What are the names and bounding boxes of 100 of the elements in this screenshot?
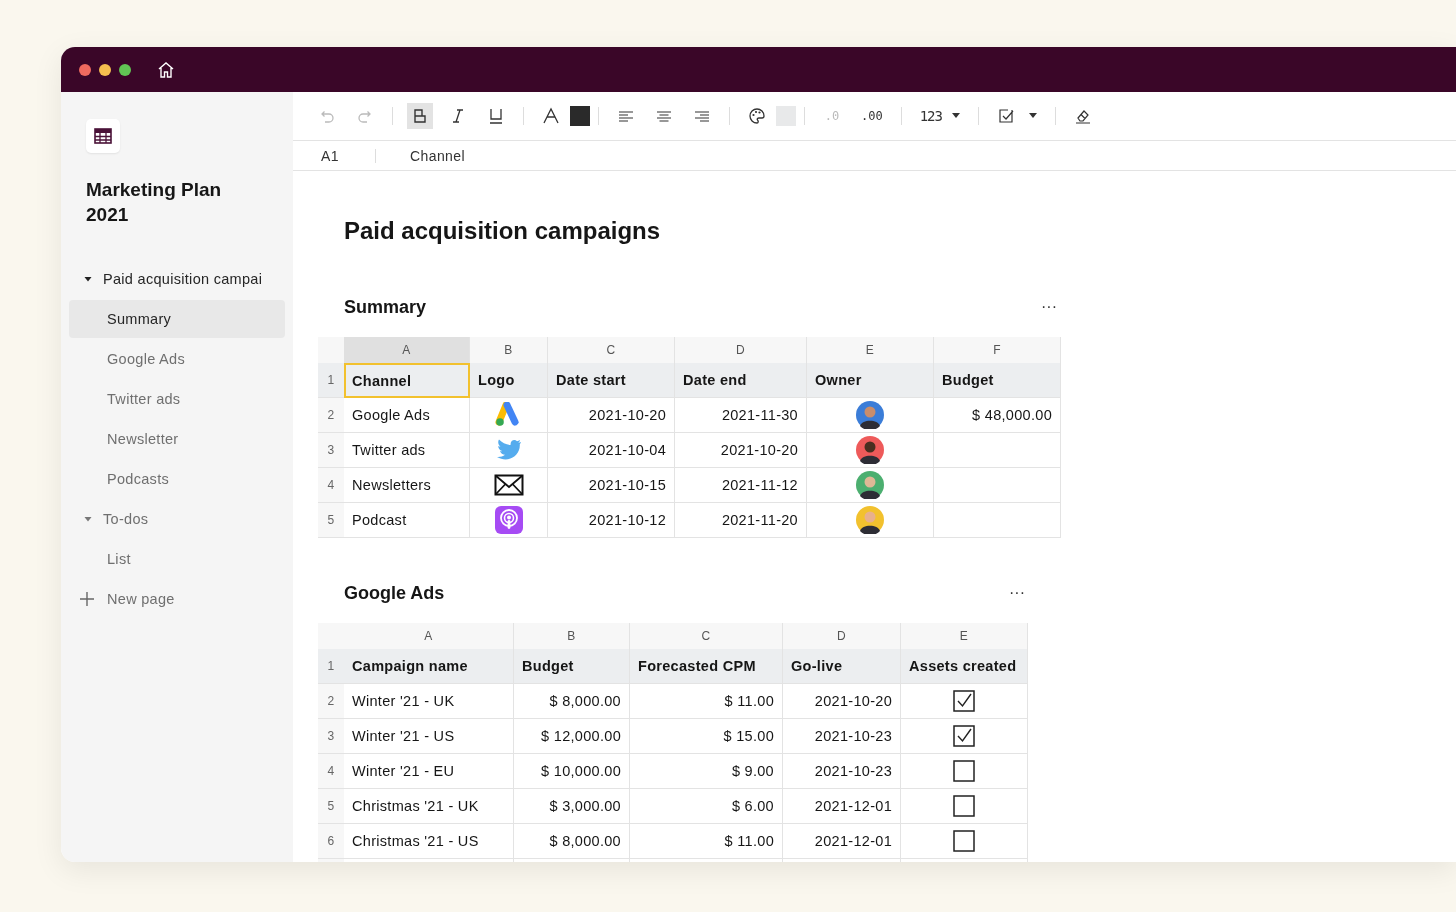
envelope-icon: [493, 474, 524, 496]
minimize-window-button[interactable]: [99, 63, 111, 76]
column-header[interactable]: E: [901, 623, 1028, 649]
table-cell: $ 11.00: [630, 824, 783, 859]
app-logo[interactable]: [86, 119, 120, 153]
close-window-button[interactable]: [79, 63, 91, 76]
table-cell: Budget: [934, 363, 1061, 398]
checkbox[interactable]: [953, 725, 975, 747]
table-cell: $ 12,000.00: [514, 719, 630, 754]
caret-icon[interactable]: [83, 274, 93, 284]
column-header[interactable]: D: [783, 623, 901, 649]
table-cell: $ 48,000.00: [934, 398, 1061, 433]
row-number: 1: [318, 363, 344, 398]
sidebar-item[interactable]: Summary: [69, 300, 285, 338]
increase-decimals-button[interactable]: .00: [857, 103, 887, 129]
table-cell: Campaign name: [344, 649, 514, 684]
text-color-icon[interactable]: [542, 107, 560, 125]
table-cell: 2021-11-20: [675, 503, 807, 538]
podcast-icon: [494, 506, 523, 534]
table-cell: Christmas '21 - US: [344, 824, 514, 859]
row-number: 2: [318, 398, 344, 433]
plus-icon: [79, 591, 95, 607]
row-number: 5: [318, 503, 344, 538]
table-cell: 2021-12-01: [783, 824, 901, 859]
sidebar-item[interactable]: Twitter ads: [69, 380, 285, 418]
table-cell: 2021-11-30: [675, 398, 807, 433]
table-cell: Podcast: [344, 503, 470, 538]
table-cell: 2021-10-23: [783, 719, 901, 754]
table-cell: $ 6.00: [630, 789, 783, 824]
column-header[interactable]: E: [807, 337, 934, 363]
section-title: Summary: [344, 296, 427, 318]
sidebar-item[interactable]: Paid acquisition campai: [69, 260, 285, 298]
checkbox[interactable]: [953, 690, 975, 712]
column-header[interactable]: A: [344, 623, 514, 649]
number-format-button[interactable]: 123: [915, 103, 946, 129]
home-icon[interactable]: [157, 60, 175, 79]
sidebar-item[interactable]: To-dos: [69, 500, 285, 538]
table-cell: 2021-10-04: [548, 433, 675, 468]
column-header[interactable]: C: [548, 337, 675, 363]
row-number: 3: [318, 433, 344, 468]
sidebar-item[interactable]: Podcasts: [69, 460, 285, 498]
row-number: 4: [318, 754, 344, 789]
table-cell: Date end: [675, 363, 807, 398]
text-color-swatch[interactable]: [570, 106, 590, 126]
sidebar-item[interactable]: List: [69, 540, 285, 578]
table-cell: 2021-10-20: [548, 398, 675, 433]
table-cell: Logo: [470, 363, 548, 398]
table-cell: Forecasted CPM: [630, 649, 783, 684]
maximize-window-button[interactable]: [119, 63, 131, 76]
caret-icon[interactable]: [1029, 113, 1037, 119]
column-header[interactable]: A: [344, 337, 470, 363]
table-cell: Winter '21 - US: [344, 719, 514, 754]
caret-icon[interactable]: [952, 113, 960, 119]
row-number: 5: [318, 789, 344, 824]
table-cell: $ 3,000.00: [514, 789, 630, 824]
bold-button[interactable]: [407, 103, 433, 129]
checkbox-icon[interactable]: [997, 107, 1015, 125]
row-number: 2: [318, 684, 344, 719]
table-cell: Assets created: [901, 649, 1028, 684]
new-page-button[interactable]: New page: [69, 580, 285, 618]
column-header[interactable]: F: [934, 337, 1061, 363]
checkbox[interactable]: [953, 760, 975, 782]
table-cell: 2021-10-20: [675, 433, 807, 468]
table-cell: Owner: [807, 363, 934, 398]
table-cell: Newsletters: [344, 468, 470, 503]
column-header[interactable]: C: [630, 623, 783, 649]
avatar-icon: [856, 401, 884, 429]
checkbox[interactable]: [953, 830, 975, 852]
bold-icon: [411, 107, 429, 125]
formula-field[interactable]: Channel: [410, 147, 465, 164]
more-menu-button[interactable]: ···: [1037, 298, 1061, 316]
row-number: 1: [318, 649, 344, 684]
cell-reference[interactable]: A1: [321, 147, 375, 164]
table-cell: $ 8,000.00: [514, 684, 630, 719]
table-cell: 2021-10-23: [783, 754, 901, 789]
checkbox[interactable]: [953, 795, 975, 817]
table-cell: 2021-10-12: [548, 503, 675, 538]
table-cell: $ 8,000.00: [514, 824, 630, 859]
table-cell: Go-live: [783, 649, 901, 684]
table-cell: Twitter ads: [344, 433, 470, 468]
underline-icon[interactable]: [487, 107, 505, 125]
table-cell: Christmas '21 - UK: [344, 789, 514, 824]
column-header[interactable]: D: [675, 337, 807, 363]
table-cell: Winter '21 - UK: [344, 684, 514, 719]
sidebar-item[interactable]: Newsletter: [69, 420, 285, 458]
palette-icon[interactable]: [748, 107, 766, 125]
table-cell: 2021-11-12: [675, 468, 807, 503]
sidebar-item[interactable]: Google Ads: [69, 340, 285, 378]
row-number: 6: [318, 824, 344, 859]
column-header[interactable]: B: [514, 623, 630, 649]
more-menu-button[interactable]: ···: [1005, 584, 1029, 602]
row-number: 4: [318, 468, 344, 503]
avatar-icon: [856, 471, 884, 499]
section-title: Google Ads: [344, 582, 445, 604]
column-header[interactable]: B: [470, 337, 548, 363]
table-cell: $ 15.00: [630, 719, 783, 754]
table-cell: 2021-12-01: [783, 789, 901, 824]
table-cell: Date start: [548, 363, 675, 398]
table-cell: Channel: [344, 363, 470, 398]
table-cell: Winter '21 - EU: [344, 754, 514, 789]
